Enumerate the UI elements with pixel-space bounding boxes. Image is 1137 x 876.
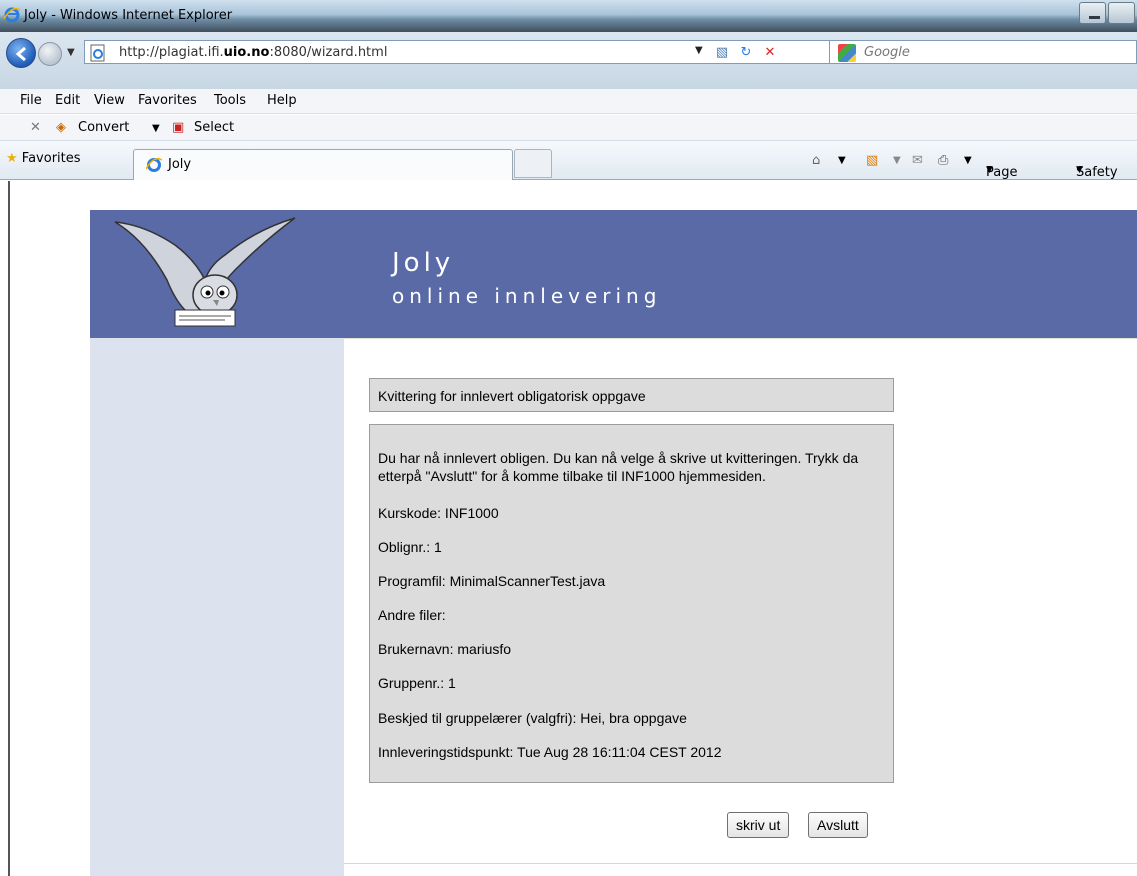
back-button[interactable] xyxy=(6,38,36,68)
receipt-brukernavn: Brukernavn: mariusfo xyxy=(378,641,512,657)
convert-dropdown-icon[interactable]: ▼ xyxy=(152,123,160,134)
url-prefix: http://plagiat.ifi. xyxy=(119,45,224,60)
address-toolbar: ▼ http://plagiat.ifi.uio.no:8080/wizard.… xyxy=(0,32,1137,90)
address-bar[interactable]: http://plagiat.ifi.uio.no:8080/wizard.ht… xyxy=(84,40,849,64)
url-suffix: :8080/wizard.html xyxy=(269,45,388,60)
receipt-oblignr: Oblignr.: 1 xyxy=(378,539,442,555)
stop-icon[interactable]: ✕ xyxy=(761,45,779,61)
feeds-dropdown-icon[interactable]: ▼ xyxy=(893,155,901,166)
mail-icon[interactable]: ✉ xyxy=(912,153,923,168)
close-toolbar-icon[interactable]: ✕ xyxy=(30,120,41,135)
content-bottom-border xyxy=(344,863,1137,864)
select-button[interactable]: Select xyxy=(194,120,234,135)
brand-subtitle: online innlevering xyxy=(392,284,662,308)
brand-title: Joly xyxy=(392,248,455,278)
viewport-left-border xyxy=(8,181,10,876)
convert-button[interactable]: Convert xyxy=(78,120,129,135)
owl-logo-icon xyxy=(114,217,296,327)
favorites-bar: ★ Favorites Joly ⌂ ▼ ▧ ▼ ✉ ⎙ ▼ Page ▼ Sa… xyxy=(0,141,1137,180)
receipt-details-box: Du har nå innlevert obligen. Du kan nå v… xyxy=(369,424,894,783)
menu-help[interactable]: Help xyxy=(267,93,297,108)
finish-button[interactable]: Avslutt xyxy=(808,812,868,838)
maximize-button[interactable] xyxy=(1108,2,1135,24)
back-arrow-icon xyxy=(15,46,26,62)
url-domain: uio.no xyxy=(223,45,270,60)
tab-ie-icon xyxy=(146,157,162,172)
forward-button[interactable] xyxy=(38,42,62,66)
left-sidebar xyxy=(90,338,344,876)
feeds-icon[interactable]: ▧ xyxy=(866,153,878,168)
search-box[interactable]: Google xyxy=(829,40,1137,64)
menu-bar: File Edit View Favorites Tools Help xyxy=(0,89,1137,114)
tab-title: Joly xyxy=(168,157,192,172)
window-titlebar: Joly - Windows Internet Explorer xyxy=(0,0,1137,32)
convert-icon: ◈ xyxy=(56,120,66,135)
menu-view[interactable]: View xyxy=(94,93,125,108)
safety-dropdown-icon: ▼ xyxy=(1076,165,1083,175)
content-top-border xyxy=(344,338,1137,339)
menu-tools[interactable]: Tools xyxy=(214,93,246,108)
page-dropdown-icon: ▼ xyxy=(986,165,993,175)
refresh-icon[interactable]: ↻ xyxy=(737,45,755,61)
internet-explorer-icon xyxy=(4,7,20,23)
home-dropdown-icon[interactable]: ▼ xyxy=(838,155,846,166)
minimize-icon xyxy=(1089,16,1100,19)
page-icon xyxy=(90,44,105,62)
receipt-andre-filer: Andre filer: xyxy=(378,607,446,623)
receipt-beskjed: Beskjed til gruppelærer (valgfri): Hei, … xyxy=(378,710,687,726)
new-tab-button[interactable] xyxy=(514,149,552,178)
print-dropdown-icon[interactable]: ▼ xyxy=(964,155,972,166)
receipt-heading-box: Kvittering for innlevert obligatorisk op… xyxy=(369,378,894,412)
receipt-heading: Kvittering for innlevert obligatorisk op… xyxy=(378,388,646,404)
menu-file[interactable]: File xyxy=(20,93,42,108)
compatibility-view-icon[interactable]: ▧ xyxy=(713,45,731,61)
home-icon[interactable]: ⌂ xyxy=(812,153,820,168)
menu-favorites[interactable]: Favorites xyxy=(138,93,197,108)
search-placeholder: Google xyxy=(864,45,910,60)
receipt-kurskode: Kurskode: INF1000 xyxy=(378,505,499,521)
window-title: Joly - Windows Internet Explorer xyxy=(24,8,233,23)
tab-joly[interactable]: Joly xyxy=(133,149,513,180)
favorites-button[interactable]: ★ Favorites xyxy=(6,151,81,166)
google-icon xyxy=(838,44,856,62)
receipt-tidspunkt: Innleveringstidspunkt: Tue Aug 28 16:11:… xyxy=(378,744,722,760)
menu-edit[interactable]: Edit xyxy=(55,93,80,108)
receipt-gruppenr: Gruppenr.: 1 xyxy=(378,675,456,691)
window-controls xyxy=(1079,2,1137,24)
minimize-button[interactable] xyxy=(1079,2,1106,24)
favorites-label: Favorites xyxy=(21,151,81,166)
address-dropdown-icon[interactable]: ▼ xyxy=(695,45,703,56)
print-button[interactable]: skriv ut xyxy=(727,812,790,838)
receipt-intro: Du har nå innlevert obligen. Du kan nå v… xyxy=(378,450,859,484)
receipt-programfil: Programfil: MinimalScannerTest.java xyxy=(378,573,606,589)
history-dropdown-icon[interactable]: ▼ xyxy=(67,47,75,58)
select-icon: ▣ xyxy=(172,120,185,135)
star-icon: ★ xyxy=(6,151,18,166)
url-text: http://plagiat.ifi.uio.no:8080/wizard.ht… xyxy=(119,45,387,60)
print-icon[interactable]: ⎙ xyxy=(938,153,948,168)
convert-toolbar: ✕ ◈ Convert ▼ ▣ Select xyxy=(0,115,1137,141)
